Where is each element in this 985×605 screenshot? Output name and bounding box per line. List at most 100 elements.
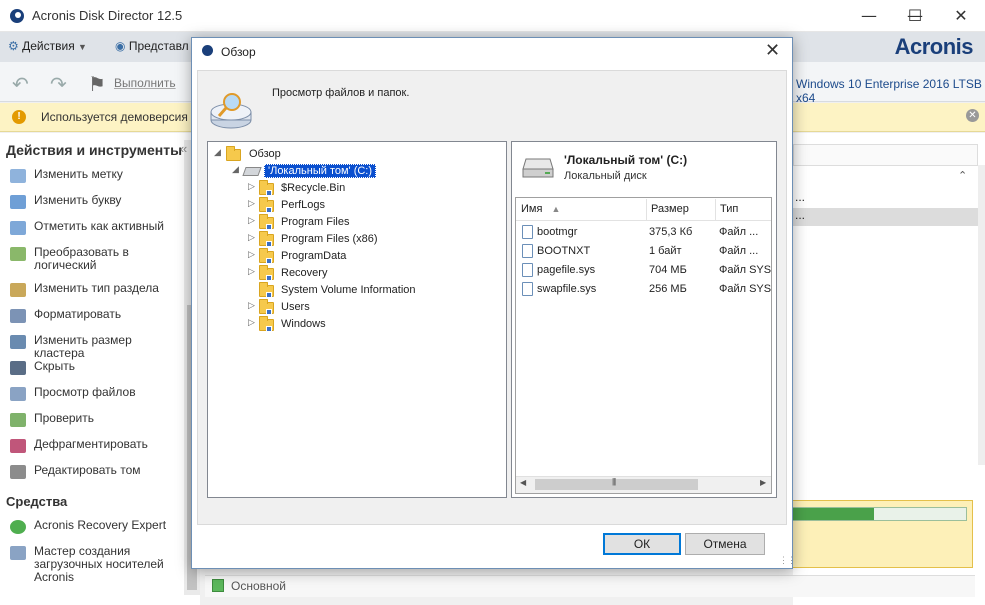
browse-icon [10,387,26,401]
file-row[interactable]: swapfile.sys 256 МБ Файл SYS [516,280,771,299]
dialog-title: Обзор [221,45,256,59]
sidebar-item-format[interactable]: Форматировать [10,308,185,324]
collapse-icon[interactable]: « [180,141,187,156]
redo-icon[interactable]: ↷ [50,72,67,96]
defrag-icon [10,439,26,453]
disk-usage-fill [793,508,874,520]
primary-legend-icon [212,579,224,592]
sidebar-item-media-builder[interactable]: Мастер создания загрузочных носителей Ac… [10,545,185,587]
dialog-close-button[interactable]: ✕ [765,40,780,61]
convert-icon [10,247,26,261]
scroll-grip-icon: ||| [612,477,616,486]
file-icon [522,282,533,296]
hard-drive-icon [522,158,554,178]
window-close-button[interactable]: ✕ [938,0,984,32]
expand-triangle-icon[interactable]: ▷ [248,267,255,277]
scroll-left-icon[interactable]: ◀ [520,478,526,487]
sidebar-item-active[interactable]: Отметить как активный [10,220,185,236]
column-name[interactable]: Имя ▲ [521,203,560,215]
sidebar-item-convert[interactable]: Преобразовать в логический [10,246,185,274]
legend-bar [205,575,975,597]
scroll-right-icon[interactable]: ▶ [760,478,766,487]
ok-button[interactable]: ОК [603,533,681,555]
file-icon [522,225,533,239]
folder-tree[interactable]: ◢ Обзор ◢ 'Локальный том' (C:) ▷ $Recycl… [207,141,507,498]
drive-name: 'Локальный том' (C:) [564,153,688,167]
app-title: Acronis Disk Director 12.5 [32,8,183,23]
active-icon [10,221,26,235]
expand-triangle-icon[interactable]: ▷ [248,199,255,209]
volume-row[interactable]: ... [793,190,978,208]
cancel-button[interactable]: Отмена [685,533,765,555]
drive-type: Локальный диск [564,170,647,182]
expand-triangle-icon[interactable]: ▷ [248,182,255,192]
menu-actions[interactable]: ⚙ Действия ▼ [8,39,87,53]
partition-type-icon [10,283,26,297]
undo-icon[interactable]: ↶ [12,72,29,96]
expand-triangle-icon[interactable]: ▷ [248,216,255,226]
expand-triangle-icon[interactable]: ▷ [248,318,255,328]
collapse-triangle-icon[interactable]: ◢ [214,148,221,158]
expand-triangle-icon[interactable]: ▷ [248,301,255,311]
expand-triangle-icon[interactable]: ▷ [248,233,255,243]
check-icon [10,413,26,427]
sidebar-item-hide[interactable]: Скрыть [10,360,185,376]
volume-row-selected[interactable]: ... [793,208,978,226]
volume-list-scrollbar[interactable] [978,165,985,465]
column-type[interactable]: Тип [720,203,738,215]
legend-label: Основной [231,579,287,593]
letter-icon [10,195,26,209]
tools-heading: Действия и инструменты [6,142,183,158]
sidebar-item-recovery[interactable]: Acronis Recovery Expert [10,519,185,535]
warning-icon: ! [12,110,26,124]
volume-list-header [793,144,978,166]
scroll-thumb[interactable] [535,479,698,490]
file-row[interactable]: BOOTNXT 1 байт Файл ... [516,242,771,261]
drive-icon [242,167,262,176]
sidebar-item-label[interactable]: Изменить метку [10,168,185,184]
menu-view[interactable]: ◉ Представл [115,39,189,53]
sidebar-item-letter[interactable]: Изменить букву [10,194,185,210]
collapse-up-icon[interactable]: ⌃ [958,169,967,182]
resize-grip-icon[interactable]: ⋮⋮ [779,555,796,566]
collapse-triangle-icon[interactable]: ◢ [232,165,239,175]
file-icon [522,263,533,277]
folder-icon [226,146,241,161]
means-heading: Средства [6,494,68,509]
dialog-description: Просмотр файлов и папок. [272,87,410,99]
column-size[interactable]: Размер [651,203,689,215]
format-icon [10,309,26,323]
media-builder-icon [10,546,26,560]
sidebar-item-defrag[interactable]: Дефрагментировать [10,438,185,454]
file-row[interactable]: pagefile.sys 704 МБ Файл SYS [516,261,771,280]
maximize-button[interactable]: ☐ [892,0,938,32]
minimize-button-2[interactable]: — [846,0,892,32]
actions-icon: ⚙ [8,39,19,53]
demo-text: Используется демоверсия Ac [41,110,206,124]
app-logo-icon [10,9,24,23]
sidebar-item-check[interactable]: Проверить [10,412,185,428]
browse-files-icon [210,93,252,129]
cluster-icon [10,335,26,349]
run-button[interactable]: Выполнить [114,76,176,90]
file-icon [522,244,533,258]
sidebar-item-partition-type[interactable]: Изменить тип раздела [10,282,185,298]
recovery-icon [10,520,26,534]
sidebar-item-cluster[interactable]: Изменить размер кластера [10,334,185,360]
expand-triangle-icon[interactable]: ▷ [248,250,255,260]
column-divider[interactable] [646,199,647,220]
close-banner-icon[interactable]: ✕ [966,109,979,122]
file-row[interactable]: bootmgr 375,3 Кб Файл ... [516,223,771,242]
dialog-title-bar [192,38,792,68]
label-icon [10,169,26,183]
sidebar-item-edit-volume[interactable]: Редактировать том [10,464,185,480]
brand-logo: Acronis [894,34,974,59]
sort-asc-icon: ▲ [551,204,561,214]
dialog-logo-icon [202,45,213,56]
eye-icon: ◉ [115,39,126,53]
column-divider[interactable] [715,199,716,220]
run-flag-icon: ⚑ [88,72,106,96]
sidebar-item-browse[interactable]: Просмотр файлов [10,386,185,402]
edit-volume-icon [10,465,26,479]
hide-icon [10,361,26,375]
